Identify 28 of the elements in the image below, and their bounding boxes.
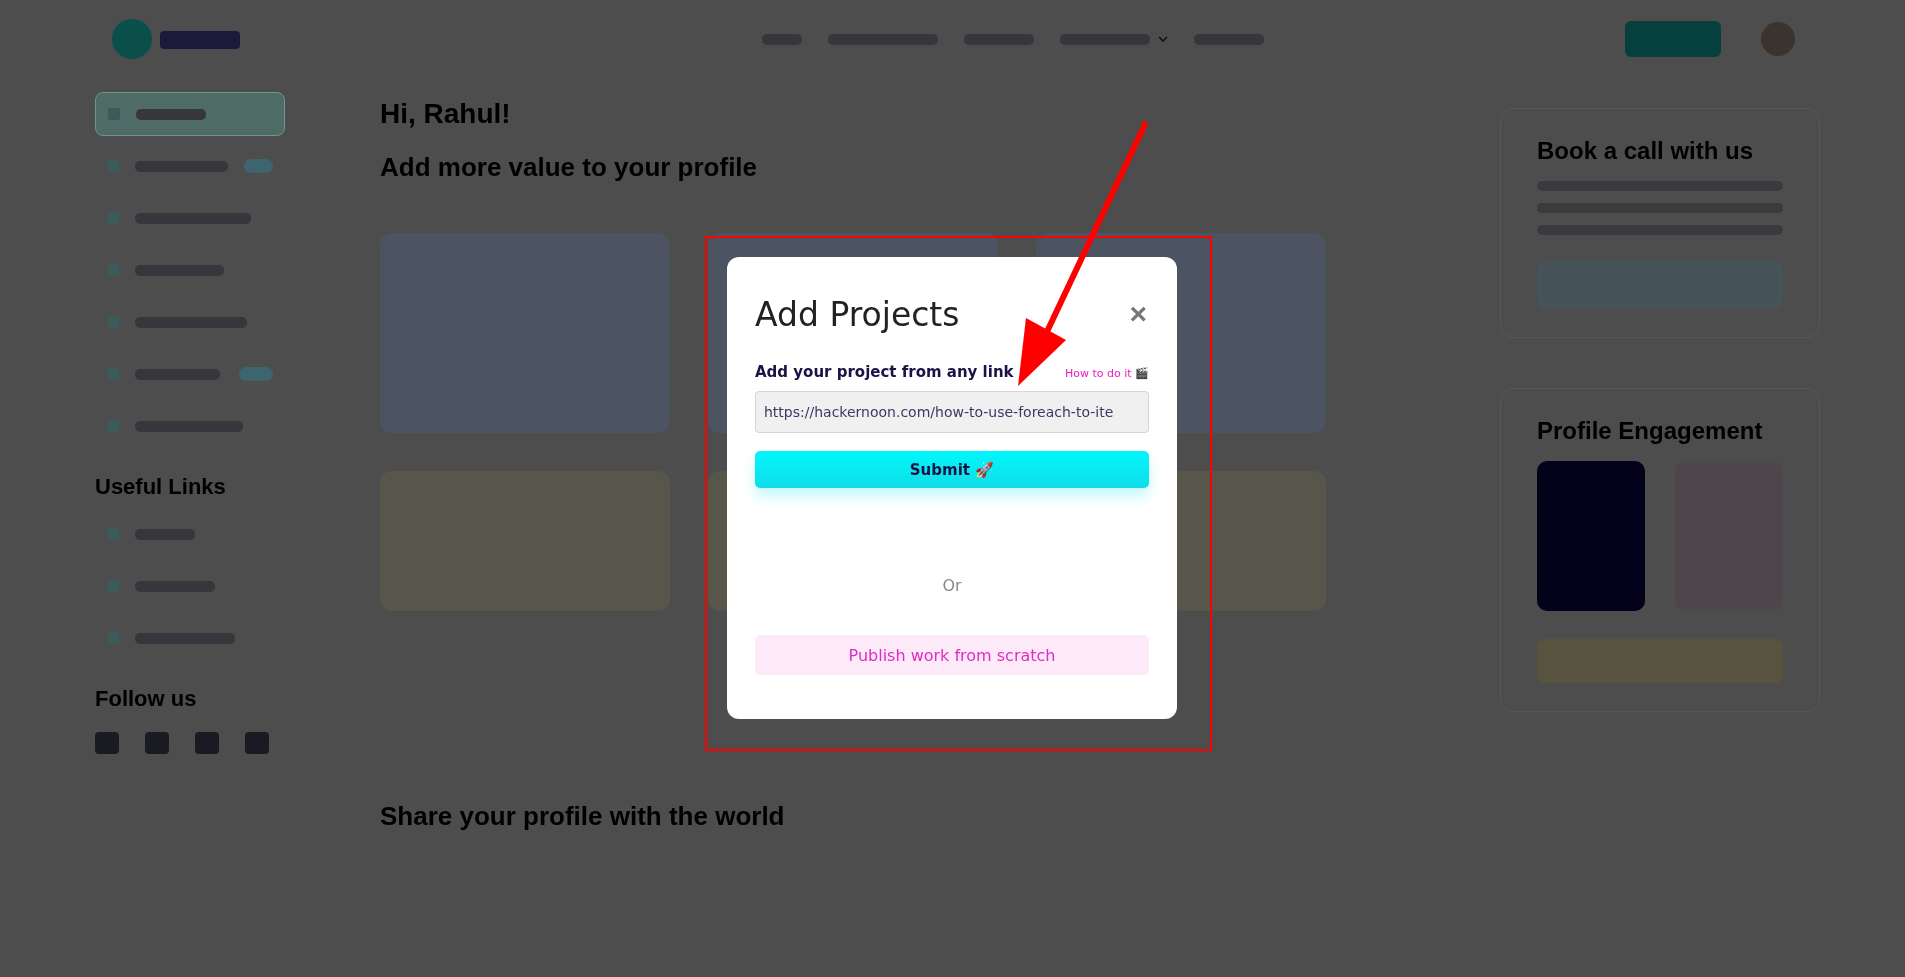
greeting: Hi, Rahul! (380, 98, 511, 130)
help-link[interactable]: How to do it 🎬 (1064, 367, 1149, 380)
section-title: Share your profile with the world (380, 801, 785, 832)
avatar[interactable] (1761, 22, 1795, 56)
section-title: Useful Links (95, 474, 226, 500)
submit-button[interactable]: Submit 🚀 (755, 451, 1149, 488)
section-title: Add more value to your profile (380, 152, 758, 183)
section-title: Follow us (95, 686, 197, 712)
nav-link[interactable] (1059, 33, 1150, 45)
dialog-title: Add Projects (755, 294, 960, 334)
social-icon[interactable] (245, 732, 269, 754)
sidebar-item[interactable] (95, 92, 285, 136)
card-title: Book a call with us (1537, 137, 1754, 165)
social-icon[interactable] (145, 732, 169, 754)
separator-text: Or (942, 576, 962, 595)
caret-icon (1157, 36, 1168, 42)
nav-link[interactable] (1193, 33, 1264, 45)
card-title: Profile Engagement (1537, 417, 1763, 445)
nav-link[interactable] (963, 33, 1034, 45)
nav-link[interactable] (761, 33, 802, 45)
social-icon[interactable] (95, 732, 119, 754)
nav-link[interactable] (827, 33, 938, 45)
field-label: Add your project from any link (755, 363, 1014, 381)
close-button[interactable]: × (1127, 297, 1149, 331)
url-input-field[interactable]: https://hackernoon.com/how-to-use-foreach-to-ite (755, 391, 1149, 433)
social-icon[interactable] (195, 732, 219, 754)
publish-button[interactable]: Publish work from scratch (755, 635, 1149, 675)
cta-button[interactable] (1625, 21, 1721, 57)
